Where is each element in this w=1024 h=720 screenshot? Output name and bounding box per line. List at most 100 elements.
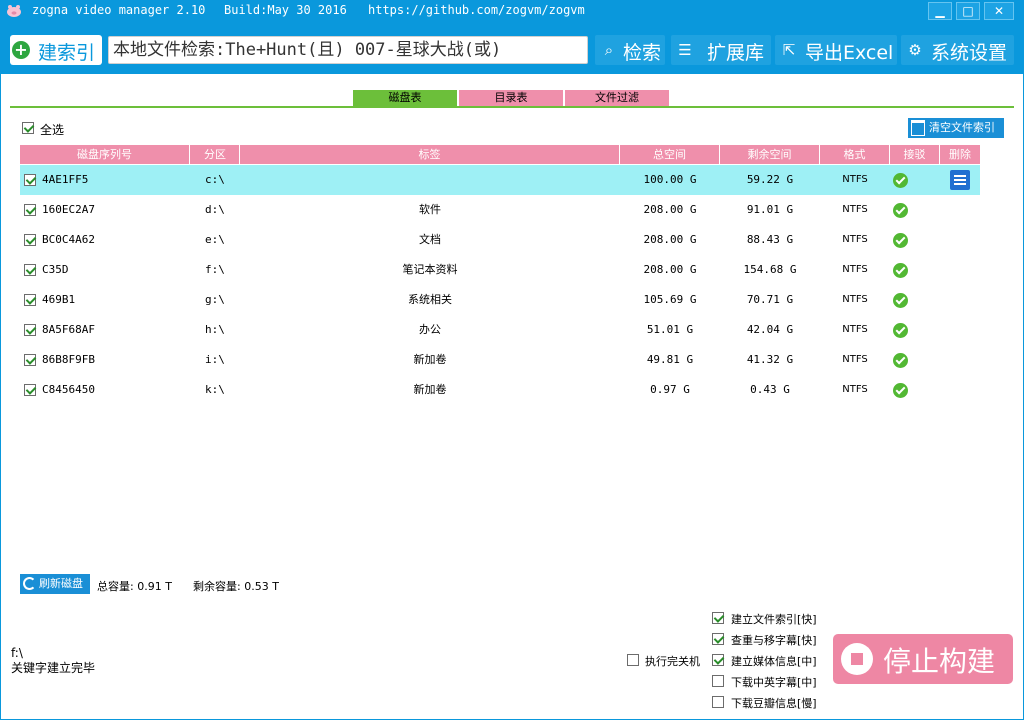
row-checkbox[interactable]	[24, 384, 36, 396]
search-button[interactable]: ⌕ 检索	[595, 35, 665, 65]
build-option-checkbox[interactable]	[712, 633, 724, 645]
trash-icon	[911, 120, 925, 136]
row-checkbox[interactable]	[24, 264, 36, 276]
cell-total: 208.00 G	[643, 203, 697, 216]
cell-total: 100.00 G	[643, 173, 697, 186]
cell-partition: h:\	[205, 323, 225, 336]
cell-free: 91.01 G	[746, 203, 794, 216]
header-total-space[interactable]: 总空间	[620, 145, 720, 164]
refresh-disk-label: 刷新磁盘	[39, 577, 83, 590]
table-row[interactable]: BC0C4A62 e:\ 文档 208.00 G 88.43 G NTFS	[20, 225, 980, 255]
row-checkbox[interactable]	[24, 234, 36, 246]
select-all-label: 全选	[40, 123, 65, 137]
select-all-checkbox[interactable]	[22, 122, 34, 134]
build-option-checkbox[interactable]	[712, 675, 724, 687]
pig-app-icon	[7, 5, 21, 17]
table-row[interactable]: 4AE1FF5 c:\ 100.00 G 59.22 G NTFS	[20, 165, 980, 195]
row-checkbox[interactable]	[24, 174, 36, 186]
extension-library-button[interactable]: ☰ 扩展库	[671, 35, 771, 65]
cell-format: NTFS	[842, 354, 868, 365]
cell-format: NTFS	[842, 174, 868, 185]
cell-tag: 新加卷	[413, 383, 447, 396]
table-row[interactable]: C8456450 k:\ 新加卷 0.97 G 0.43 G NTFS	[20, 375, 980, 405]
cell-format: NTFS	[842, 264, 868, 275]
cell-free: 0.43 G	[750, 383, 790, 396]
cell-serial: 86B8F9FB	[42, 353, 95, 366]
cell-serial: 160EC2A7	[42, 203, 95, 216]
header-delete[interactable]: 删除	[940, 145, 980, 164]
build-index-button[interactable]: + 建索引	[10, 35, 102, 65]
table-row[interactable]: 86B8F9FB i:\ 新加卷 49.81 G 41.32 G NTFS	[20, 345, 980, 375]
stop-build-button[interactable]: 停止构建	[833, 634, 1013, 684]
mounted-check-icon	[893, 173, 908, 188]
cell-free: 42.04 G	[746, 323, 794, 336]
mounted-check-icon	[893, 233, 908, 248]
maximize-button[interactable]: □	[956, 2, 980, 20]
list-icon: ☰	[678, 41, 692, 59]
cell-free: 41.32 G	[746, 353, 794, 366]
header-partition[interactable]: 分区	[190, 145, 240, 164]
refresh-disk-button[interactable]: 刷新磁盘	[20, 574, 90, 594]
tab-disk-table[interactable]: 磁盘表	[353, 90, 457, 106]
build-option-checkbox[interactable]	[712, 696, 724, 708]
header-tag[interactable]: 标签	[240, 145, 620, 164]
cell-serial: C35D	[42, 263, 69, 276]
export-icon: ⇱	[782, 41, 796, 59]
close-button[interactable]: ✕	[984, 2, 1014, 20]
shutdown-label: 执行完关机	[645, 655, 700, 668]
cell-free: 59.22 G	[746, 173, 794, 186]
mounted-check-icon	[893, 293, 908, 308]
gear-icon: ⚙	[908, 41, 922, 59]
search-button-label: 检索	[623, 42, 662, 64]
tab-directory-table[interactable]: 目录表	[459, 90, 563, 106]
cell-serial: 8A5F68AF	[42, 323, 95, 336]
header-format[interactable]: 格式	[820, 145, 890, 164]
build-option-checkbox[interactable]	[712, 612, 724, 624]
row-checkbox[interactable]	[24, 324, 36, 336]
cell-tag: 新加卷	[413, 353, 447, 366]
cell-format: NTFS	[842, 384, 868, 395]
table-row[interactable]: 160EC2A7 d:\ 软件 208.00 G 91.01 G NTFS	[20, 195, 980, 225]
table-row[interactable]: C35D f:\ 笔记本资料 208.00 G 154.68 G NTFS	[20, 255, 980, 285]
row-checkbox[interactable]	[24, 354, 36, 366]
cell-tag: 系统相关	[408, 293, 452, 306]
row-checkbox[interactable]	[24, 294, 36, 306]
cell-tag: 文档	[419, 233, 441, 246]
tab-underline	[10, 106, 1014, 108]
settings-button[interactable]: ⚙ 系统设置	[901, 35, 1014, 65]
header-mounted[interactable]: 接驳	[890, 145, 940, 164]
minimize-button[interactable]: ▁	[928, 2, 952, 20]
search-icon: ⌕	[604, 41, 614, 59]
cell-partition: d:\	[205, 203, 225, 216]
mounted-check-icon	[893, 353, 908, 368]
build-info: Build:May 30 2016	[224, 3, 347, 17]
cell-free: 70.71 G	[746, 293, 794, 306]
header-free-space[interactable]: 剩余空间	[720, 145, 820, 164]
cell-free: 88.43 G	[746, 233, 794, 246]
mounted-check-icon	[893, 323, 908, 338]
build-option-checkbox[interactable]	[712, 654, 724, 666]
cell-total: 49.81 G	[646, 353, 694, 366]
total-capacity: 总容量: 0.91 T	[97, 580, 172, 593]
header-serial[interactable]: 磁盘序列号	[20, 145, 190, 164]
cell-format: NTFS	[842, 294, 868, 305]
cell-total: 208.00 G	[643, 263, 697, 276]
shutdown-checkbox[interactable]	[627, 654, 639, 666]
cell-format: NTFS	[842, 204, 868, 215]
cell-total: 0.97 G	[650, 383, 690, 396]
search-input[interactable]: 本地文件检索:The+Hunt(且) 007-星球大战(或)	[108, 36, 588, 64]
cell-tag: 笔记本资料	[402, 263, 458, 276]
table-row[interactable]: 8A5F68AF h:\ 办公 51.01 G 42.04 G NTFS	[20, 315, 980, 345]
export-excel-button[interactable]: ⇱ 导出Excel	[775, 35, 897, 65]
row-checkbox[interactable]	[24, 204, 36, 216]
clear-index-button[interactable]: 清空文件索引	[908, 118, 1004, 138]
mounted-check-icon	[893, 263, 908, 278]
build-index-label: 建索引	[38, 42, 96, 64]
clear-index-label: 清空文件索引	[929, 121, 995, 134]
cell-partition: k:\	[205, 383, 225, 396]
tab-file-filter[interactable]: 文件过滤	[565, 90, 669, 106]
cell-total: 51.01 G	[646, 323, 694, 336]
delete-row-button[interactable]	[950, 170, 970, 190]
build-option-label: 建立文件索引[快]	[731, 613, 817, 626]
table-row[interactable]: 469B1 g:\ 系统相关 105.69 G 70.71 G NTFS	[20, 285, 980, 315]
